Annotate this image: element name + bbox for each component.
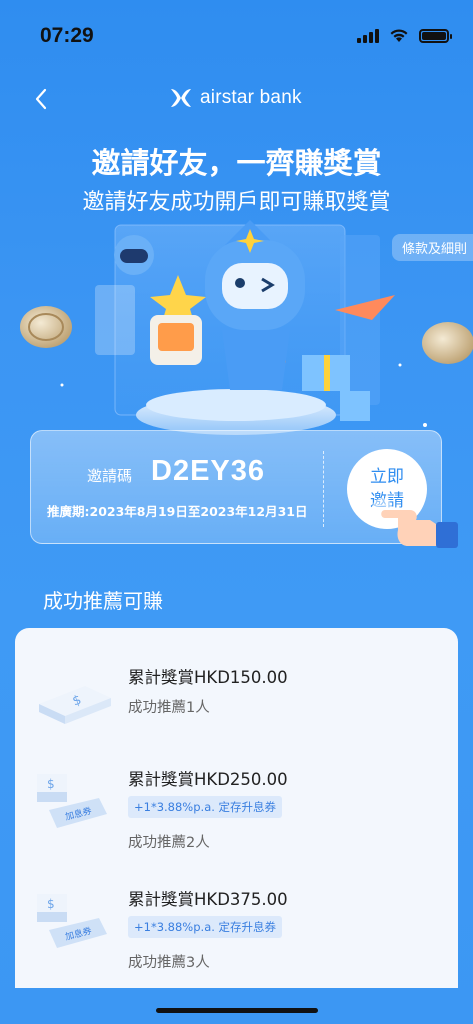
- home-indicator[interactable]: [156, 1008, 318, 1013]
- wifi-icon: [390, 29, 408, 42]
- page-title: 邀請好友，一齊賺獎賞: [91, 146, 382, 180]
- reward-coupon-tag: +1*3.88%p.a. 定存升息券: [128, 916, 283, 938]
- brand-logo: airstar bank: [168, 86, 302, 110]
- reward-amount: 累計獎賞HKD375.00: [128, 890, 288, 909]
- brand-name: airstar bank: [200, 87, 302, 108]
- cash-coupon-icon: $ 加息券: [37, 894, 107, 948]
- reward-referral-count: 成功推薦2人: [128, 835, 210, 851]
- ticket-divider: [323, 451, 324, 527]
- cash-bundle-icon: $: [39, 686, 111, 724]
- svg-text:$: $: [47, 777, 55, 791]
- battery-icon: [419, 28, 452, 43]
- status-icons: [357, 28, 452, 43]
- cash-coupon-icon: $ 加息券: [37, 774, 107, 828]
- rewards-section-title: 成功推薦可賺: [43, 589, 163, 613]
- invite-code-value[interactable]: D2EY36: [151, 455, 265, 488]
- back-icon[interactable]: [28, 84, 58, 114]
- terms-link[interactable]: 條款及細則: [391, 234, 473, 261]
- airstar-logo-icon: [171, 89, 191, 107]
- signal-icon: [357, 28, 379, 43]
- status-time: 07:29: [40, 24, 94, 47]
- reward-amount: 累計獎賞HKD250.00: [128, 770, 288, 789]
- reward-referral-count: 成功推薦1人: [128, 700, 210, 716]
- reward-amount: 累計獎賞HKD150.00: [128, 668, 288, 687]
- promo-period: 推廣期:2023年8月19日至2023年12月31日: [47, 504, 308, 519]
- status-bar: 07:29: [0, 0, 473, 60]
- svg-text:$: $: [47, 897, 55, 911]
- page-subtitle: 邀請好友成功開戶即可賺取獎賞: [82, 190, 391, 215]
- pointing-hand-icon: [372, 498, 458, 548]
- rewards-card: $ 累計獎賞HKD150.00 成功推薦1人 $ 加息券 累計獎賞HKD250.…: [15, 628, 458, 988]
- invite-code-label: 邀請碼: [87, 467, 133, 485]
- nav-bar: airstar bank: [0, 80, 473, 120]
- reward-referral-count: 成功推薦3人: [128, 955, 210, 971]
- reward-coupon-tag: +1*3.88%p.a. 定存升息券: [128, 796, 283, 818]
